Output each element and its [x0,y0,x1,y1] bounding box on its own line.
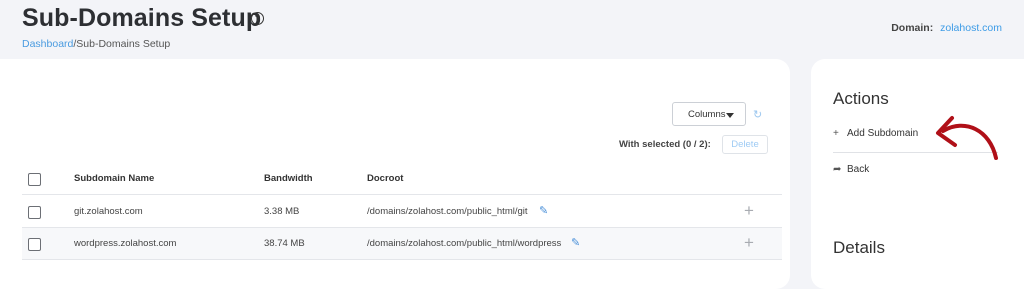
annotation-arrow [936,116,998,160]
